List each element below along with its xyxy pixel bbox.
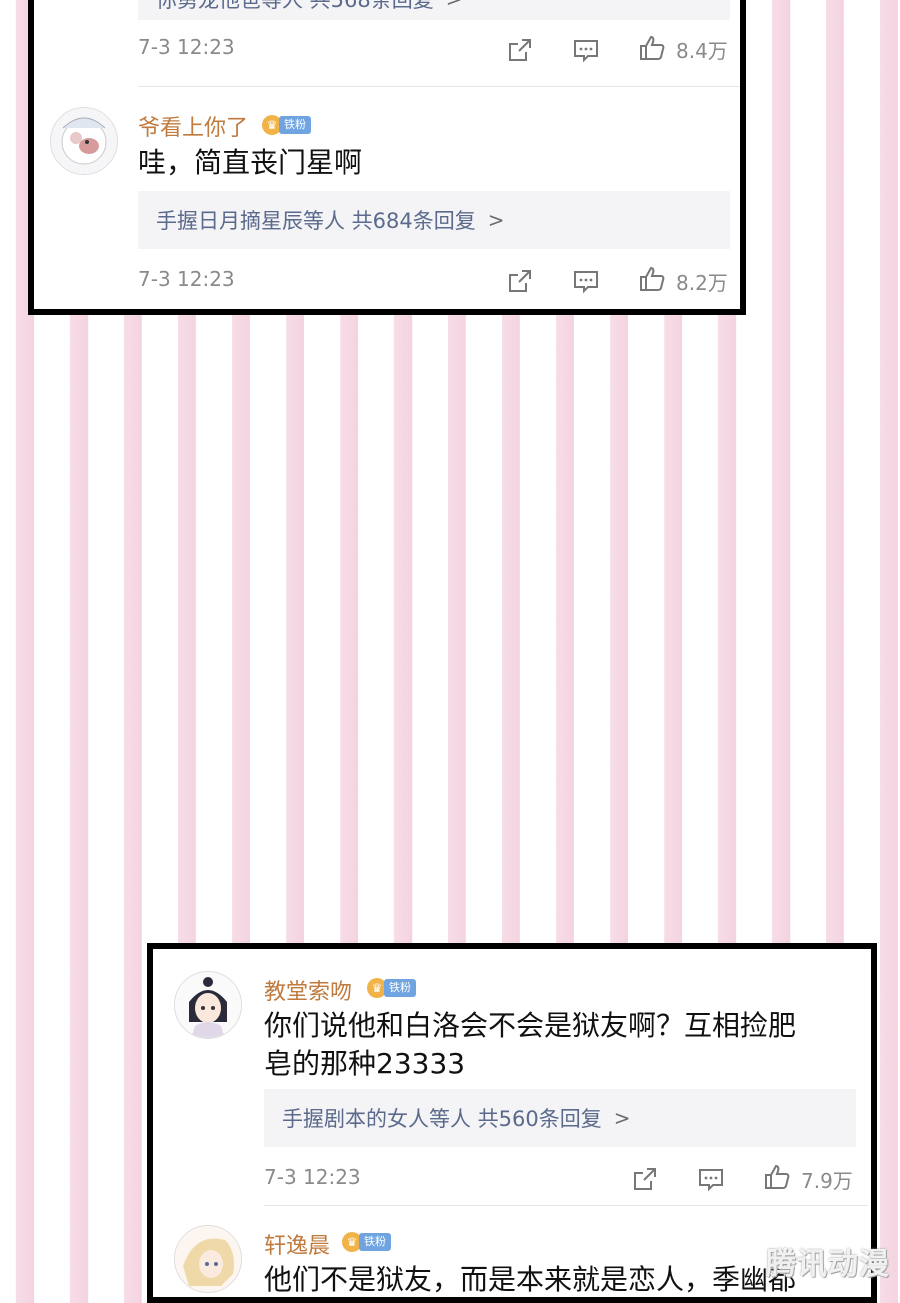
badge-label: 铁粉 <box>359 1233 391 1251</box>
reply-summary-text: 手握剧本的女人等人 共560条回复 <box>282 1107 602 1131</box>
fan-badge: ♛ 铁粉 <box>342 1232 391 1252</box>
username[interactable]: 轩逸晨 <box>264 1228 330 1260</box>
fan-badge: ♛ 铁粉 <box>262 115 311 135</box>
comment-time: 7-3 12:23 <box>264 1165 361 1189</box>
share-icon[interactable] <box>506 36 534 64</box>
comment-divider <box>264 1205 868 1206</box>
reply-summary-text: 手握日月摘星辰等人 共684条回复 <box>156 209 476 233</box>
share-icon[interactable] <box>631 1165 659 1193</box>
chevron-right-icon: > <box>446 0 463 11</box>
reply-summary[interactable]: 手握剧本的女人等人 共560条回复 > <box>264 1089 856 1147</box>
avatar[interactable] <box>174 1225 242 1293</box>
avatar-image <box>175 972 241 1038</box>
username[interactable]: 教堂索吻 <box>264 974 352 1006</box>
like-icon[interactable] <box>638 265 666 293</box>
username[interactable]: 爷看上你了 <box>138 110 248 142</box>
comment-text: 哇，简直丧门星啊 <box>138 146 363 179</box>
like-icon[interactable] <box>763 1163 791 1191</box>
share-icon[interactable] <box>506 267 534 295</box>
reply-summary-text: 你勇龙他爸等人 共568条回复 <box>156 0 434 12</box>
like-count: 8.2万 <box>676 271 728 295</box>
comment-icon[interactable] <box>697 1165 725 1193</box>
comment-time: 7-3 12:23 <box>138 35 235 59</box>
badge-label: 铁粉 <box>384 979 416 997</box>
chevron-right-icon: > <box>613 1106 631 1130</box>
like-count: 7.9万 <box>801 1169 853 1193</box>
comment-time: 7-3 12:23 <box>138 267 235 291</box>
reply-summary[interactable]: 手握日月摘星辰等人 共684条回复 > <box>138 191 730 249</box>
chevron-right-icon: > <box>487 208 505 232</box>
comment-text-line-1: 你们说他和白洛会不会是狱友啊？互相捡肥 <box>264 1009 797 1042</box>
comment-icon[interactable] <box>572 36 600 64</box>
watermark-logo: 腾讯动漫 <box>766 1247 890 1282</box>
like-count: 8.4万 <box>676 39 728 63</box>
fan-badge: ♛ 铁粉 <box>367 978 416 998</box>
comment-text-line-2: 皂的那种23333 <box>264 1047 466 1080</box>
reply-summary[interactable]: 你勇龙他爸等人 共568条回复 > <box>138 0 730 20</box>
avatar-image <box>175 1226 241 1292</box>
comment-icon[interactable] <box>572 267 600 295</box>
comment-text: 他们不是狱友，而是本来就是恋人，季幽都 <box>264 1263 797 1296</box>
avatar-image <box>51 108 117 174</box>
avatar[interactable] <box>50 107 118 175</box>
comment-panel-top: 你勇龙他爸等人 共568条回复 > 7-3 12:23 8.4万 爷看上你了 ♛… <box>28 0 746 315</box>
comment-divider <box>138 86 740 87</box>
badge-label: 铁粉 <box>279 116 311 134</box>
avatar[interactable] <box>174 971 242 1039</box>
like-icon[interactable] <box>638 34 666 62</box>
